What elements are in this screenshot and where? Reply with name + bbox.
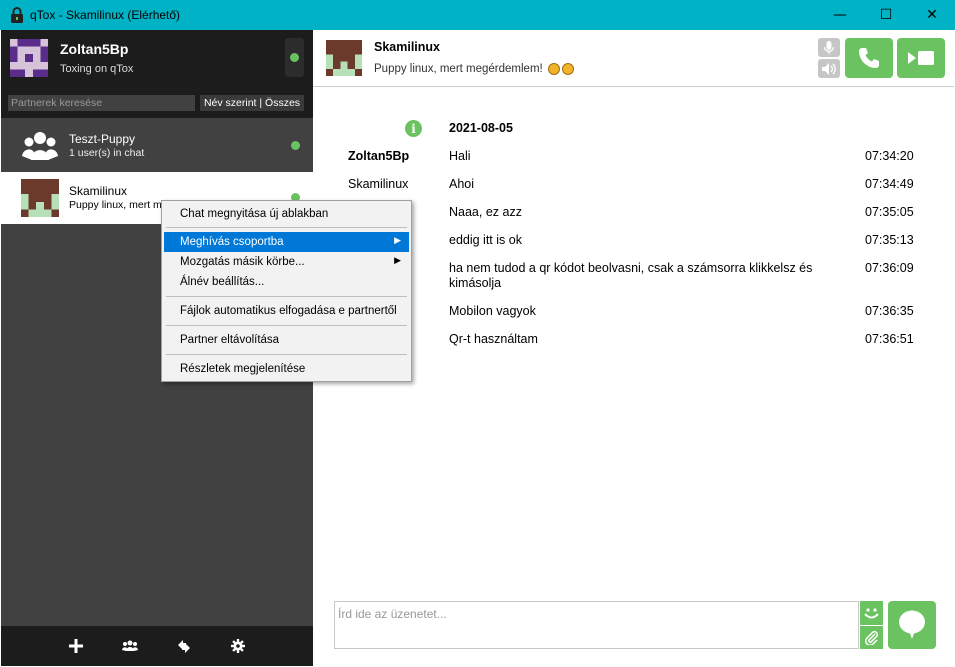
search-bar: Név szerint | Összes	[1, 90, 313, 118]
search-input[interactable]	[8, 95, 195, 111]
menu-item-invite-to-group[interactable]: Meghívás csoportba ▶	[164, 232, 409, 252]
contact-avatar	[21, 179, 59, 217]
date-separator: i 2021-08-05	[313, 118, 954, 138]
emoji-button[interactable]	[860, 601, 883, 625]
message-author: Zoltan5Bp	[348, 149, 410, 163]
message-text: Ahoi	[449, 177, 475, 191]
message-author: Skamilinux	[348, 177, 409, 191]
create-group-button[interactable]	[119, 635, 141, 657]
profile-status-message[interactable]: Toxing on qTox	[60, 63, 133, 75]
submenu-arrow-icon: ▶	[394, 236, 401, 246]
message-input[interactable]	[334, 601, 859, 649]
contact-name: Teszt-Puppy	[69, 132, 136, 146]
profile-panel: Zoltan5Bp Toxing on qTox	[1, 30, 313, 90]
speaker-icon	[822, 62, 836, 75]
transfer-icon	[178, 640, 190, 653]
message-text: Mobilon vagyok	[449, 304, 536, 318]
menu-item-label: Mozgatás másik körbe...	[180, 256, 305, 268]
message-text: eddig itt is ok	[449, 233, 522, 247]
menu-separator	[166, 296, 407, 297]
group-icon	[122, 640, 138, 651]
menu-item-set-alias[interactable]: Álnév beállítás...	[164, 272, 409, 292]
paperclip-icon	[865, 630, 879, 645]
submenu-arrow-icon: ▶	[394, 256, 401, 266]
profile-name[interactable]: Zoltan5Bp	[60, 41, 128, 57]
speaker-button[interactable]	[818, 59, 840, 78]
message-time: 07:35:13	[865, 233, 914, 247]
menu-separator	[166, 227, 407, 228]
menu-item-show-details[interactable]: Részletek megjelenítése	[164, 359, 409, 379]
chat-contact-status-text: Puppy linux, mert megérdemlem!	[374, 63, 543, 76]
chat-contact-name: Skamilinux	[374, 40, 440, 54]
online-status-icon	[291, 141, 300, 150]
date-label: 2021-08-05	[449, 121, 513, 135]
profile-avatar[interactable]	[10, 39, 48, 77]
menu-separator	[166, 325, 407, 326]
message-time: 07:36:09	[865, 261, 914, 275]
status-button[interactable]	[285, 38, 304, 77]
gear-icon	[231, 639, 245, 653]
speech-bubble-icon	[899, 610, 925, 639]
attach-file-button[interactable]	[860, 626, 883, 649]
message-text: ha nem tudod a qr kódot beolvasni, csak …	[449, 261, 813, 290]
message-time: 07:34:49	[865, 177, 914, 191]
emoji-icon	[561, 63, 574, 75]
message-time: 07:36:35	[865, 304, 914, 318]
menu-item-move-to-circle[interactable]: Mozgatás másik körbe... ▶	[164, 252, 409, 272]
contact-avatar	[326, 40, 362, 76]
message-text: Naaa, ez azz	[449, 205, 522, 219]
context-menu: Chat megnyitása új ablakban Meghívás cso…	[161, 200, 412, 382]
menu-item-remove-friend[interactable]: Partner eltávolítása	[164, 330, 409, 350]
emoji-icon	[547, 63, 560, 75]
info-icon: i	[405, 120, 422, 137]
smiley-icon	[864, 607, 879, 618]
microphone-button[interactable]	[818, 38, 840, 57]
menu-item-open-chat-new-window[interactable]: Chat megnyitása új ablakban	[164, 204, 409, 224]
settings-button[interactable]	[227, 635, 249, 657]
message-time: 07:34:20	[865, 149, 914, 163]
chat-header: Skamilinux Puppy linux, mert megérdemlem…	[313, 30, 954, 87]
chat-contact-status: Puppy linux, mert megérdemlem!	[374, 63, 574, 75]
plus-icon	[69, 639, 83, 653]
contact-name: Skamilinux	[69, 184, 128, 198]
close-button[interactable]: ✕	[909, 0, 955, 30]
sidebar-footer	[1, 626, 313, 666]
lock-icon	[11, 7, 23, 23]
contact-subtitle: 1 user(s) in chat	[69, 147, 145, 159]
menu-item-label: Meghívás csoportba	[180, 236, 284, 248]
window-title: qTox - Skamilinux (Elérhető)	[30, 8, 181, 22]
contact-subtitle: Puppy linux, mert m	[69, 199, 162, 211]
audio-call-button[interactable]	[845, 38, 893, 78]
filter-button[interactable]: Név szerint | Összes	[200, 95, 304, 111]
maximize-button[interactable]: ☐	[863, 0, 909, 30]
group-icon	[22, 132, 58, 160]
phone-icon	[859, 48, 879, 68]
menu-separator	[166, 354, 407, 355]
add-friend-button[interactable]	[65, 635, 87, 657]
minimize-button[interactable]: —	[817, 0, 863, 30]
message-time: 07:36:51	[865, 332, 914, 346]
microphone-icon	[823, 40, 835, 54]
menu-item-auto-accept-files[interactable]: Fájlok automatikus elfogadása e partnert…	[164, 301, 409, 321]
file-transfers-button[interactable]	[173, 635, 195, 657]
message-text: Hali	[449, 149, 471, 163]
title-bar: qTox - Skamilinux (Elérhető) — ☐ ✕	[0, 0, 955, 30]
video-camera-icon	[908, 51, 934, 65]
message-text: Qr-t használtam	[449, 332, 538, 346]
online-status-icon	[290, 53, 299, 62]
video-call-button[interactable]	[897, 38, 945, 78]
message-time: 07:35:05	[865, 205, 914, 219]
contact-item-teszt-puppy[interactable]: Teszt-Puppy 1 user(s) in chat	[1, 120, 313, 172]
send-button[interactable]	[888, 601, 936, 649]
